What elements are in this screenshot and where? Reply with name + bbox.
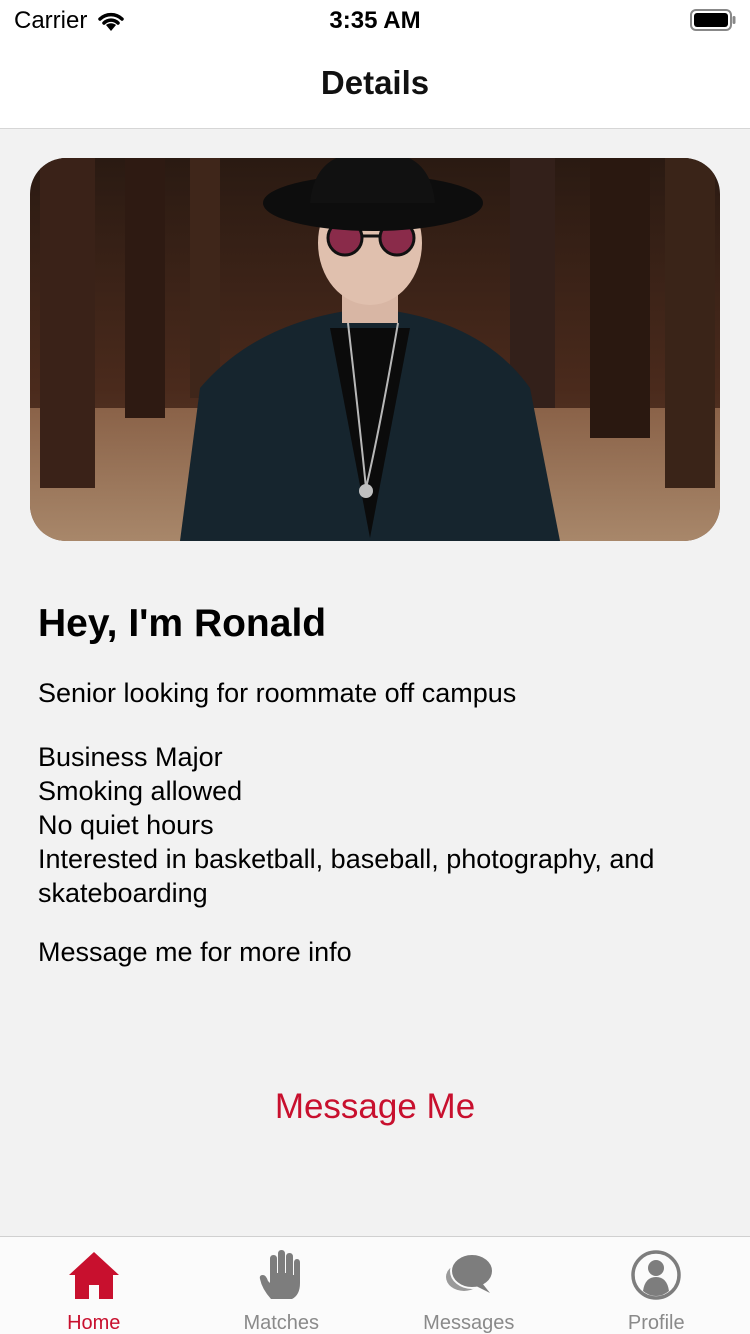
message-me-button[interactable]: Message Me [0, 1087, 750, 1127]
tab-label: Matches [243, 1312, 320, 1334]
detail-line: Business Major [38, 742, 223, 772]
tab-bar: Home Matches Messages Profile [0, 1236, 750, 1334]
tab-label: Profile [627, 1312, 685, 1334]
navigation-bar: Details [0, 40, 750, 129]
tab-label: Messages [423, 1312, 515, 1334]
status-bar: Carrier 3:35 AM [0, 0, 750, 40]
tab-matches[interactable]: Matches [188, 1237, 376, 1334]
profile-photo [30, 158, 720, 541]
hand-icon [260, 1250, 301, 1299]
home-icon [68, 1252, 119, 1299]
profile-heading: Hey, I'm Ronald [38, 602, 327, 645]
clock: 3:35 AM [329, 7, 421, 34]
person-icon [631, 1250, 681, 1300]
tab-profile[interactable]: Profile [563, 1237, 750, 1334]
tab-label: Home [67, 1312, 121, 1334]
detail-line: Interested in basketball, baseball, phot… [38, 844, 655, 908]
profile-details: Business Major Smoking allowed No quiet … [38, 740, 728, 910]
detail-line: No quiet hours [38, 810, 214, 840]
battery-icon [690, 9, 736, 31]
profile-note: Message me for more info [38, 937, 352, 967]
page-title: Details [320, 64, 430, 101]
chat-bubble-icon [445, 1253, 494, 1293]
detail-line: Smoking allowed [38, 776, 243, 806]
profile-tagline: Senior looking for roommate off campus [38, 678, 517, 708]
tab-home[interactable]: Home [0, 1237, 188, 1334]
tab-messages[interactable]: Messages [375, 1237, 563, 1334]
